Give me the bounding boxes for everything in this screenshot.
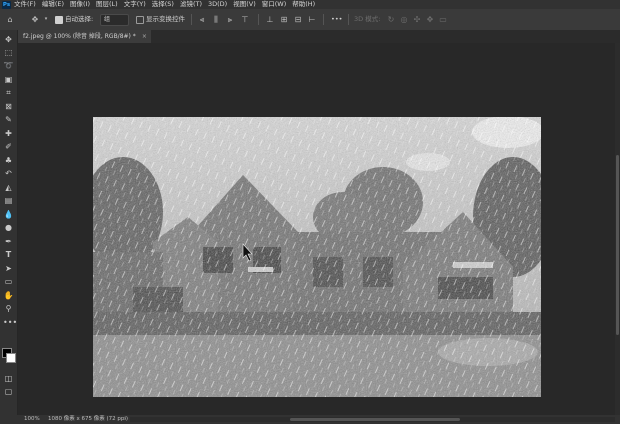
menu-filter[interactable]: 滤镜(T) bbox=[180, 0, 202, 9]
distribute-bottom-icon[interactable]: ⊟ bbox=[293, 14, 303, 25]
clone-stamp-tool-icon[interactable]: ♣ bbox=[3, 155, 14, 166]
marquee-tool-icon[interactable]: ⬚ bbox=[3, 47, 14, 58]
more-tools-icon[interactable]: ••• bbox=[3, 317, 17, 328]
object-select-tool-icon[interactable]: ▣ bbox=[3, 74, 14, 85]
menu-image[interactable]: 图像(I) bbox=[70, 0, 90, 9]
menu-type[interactable]: 文字(Y) bbox=[124, 0, 146, 9]
auto-select-checkbox[interactable] bbox=[55, 16, 63, 24]
move-tool-icon[interactable]: ✥ bbox=[3, 34, 14, 45]
brush-tool-icon[interactable]: ✐ bbox=[3, 141, 14, 152]
eyedropper-tool-icon[interactable]: ✎ bbox=[3, 114, 14, 125]
lasso-tool-icon[interactable]: ➰ bbox=[3, 60, 14, 71]
auto-select-label: 自动选择: bbox=[65, 15, 94, 23]
menu-bar: Ps 文件(F) 编辑(E) 图像(I) 图层(L) 文字(Y) 选择(S) 滤… bbox=[0, 0, 620, 9]
screen-mode-icon[interactable]: ▢ bbox=[3, 386, 14, 397]
gradient-tool-icon[interactable]: ▤ bbox=[3, 195, 14, 206]
align-right-icon[interactable]: ⫸ bbox=[225, 14, 235, 25]
eraser-tool-icon[interactable]: ◭ bbox=[3, 182, 14, 193]
align-top-icon[interactable]: ⊤ bbox=[240, 14, 250, 25]
zoom-tool-icon[interactable]: ⚲ bbox=[3, 303, 14, 314]
auto-select-dropdown[interactable]: 组 bbox=[100, 14, 129, 26]
menu-help[interactable]: 帮助(H) bbox=[292, 0, 315, 9]
vertical-scroll-thumb[interactable] bbox=[616, 155, 619, 335]
document-tab[interactable]: f2.jpeg @ 100% (除音 掉段, RGB/8#) * × bbox=[18, 30, 151, 43]
show-transform-label: 显示变换控件 bbox=[146, 15, 185, 23]
menu-select[interactable]: 选择(S) bbox=[152, 0, 174, 9]
3d-scale-icon: ▭ bbox=[439, 15, 447, 24]
document-info: 1080 像素 x 675 像素 (72 ppi) bbox=[48, 416, 129, 422]
separator bbox=[258, 14, 259, 25]
background-color-swatch[interactable] bbox=[6, 353, 16, 363]
pen-tool-icon[interactable]: ✒ bbox=[3, 236, 14, 247]
hand-tool-icon[interactable]: ✋ bbox=[3, 290, 14, 301]
dodge-tool-icon[interactable]: ● bbox=[3, 222, 14, 233]
zoom-level[interactable]: 100% bbox=[24, 415, 40, 424]
chevron-down-icon[interactable]: ▾ bbox=[41, 14, 51, 25]
distribute-vcenter-icon[interactable]: ⊞ bbox=[279, 14, 289, 25]
3d-rotate-icon: ↻ bbox=[387, 15, 395, 24]
show-transform-checkbox[interactable] bbox=[136, 16, 144, 24]
menu-file[interactable]: 文件(F) bbox=[14, 0, 36, 9]
document-tab-bar: f2.jpeg @ 100% (除音 掉段, RGB/8#) * × bbox=[18, 30, 620, 43]
close-icon[interactable]: × bbox=[142, 33, 147, 40]
status-menu-arrow[interactable]: › bbox=[124, 415, 126, 424]
mode-3d-label: 3D 模式: bbox=[354, 15, 381, 23]
menu-window[interactable]: 窗口(W) bbox=[262, 0, 287, 9]
menu-3d[interactable]: 3D(D) bbox=[208, 0, 227, 9]
type-tool-icon[interactable]: T bbox=[3, 249, 14, 260]
tools-panel: ✥ ⬚ ➰ ▣ ⌗ ⊠ ✎ ✚ ✐ ♣ ↶ ◭ ▤ 💧 ● ✒ T ➤ ▭ ✋ … bbox=[0, 30, 18, 415]
vertical-scrollbar[interactable] bbox=[615, 43, 620, 415]
blur-tool-icon[interactable]: 💧 bbox=[3, 209, 14, 220]
crop-tool-icon[interactable]: ⌗ bbox=[3, 87, 14, 98]
horizontal-scroll-thumb[interactable] bbox=[290, 418, 460, 421]
separator bbox=[348, 14, 349, 25]
distribute-left-icon[interactable]: ⊢ bbox=[307, 14, 317, 25]
3d-pan-icon: ✣ bbox=[413, 15, 421, 24]
align-left-icon[interactable]: ⫷ bbox=[197, 14, 207, 25]
3d-roll-icon: ◎ bbox=[400, 15, 408, 24]
distribute-top-icon[interactable]: ⊥ bbox=[265, 14, 275, 25]
document-tab-title: f2.jpeg @ 100% (除音 掉段, RGB/8#) * bbox=[23, 33, 136, 40]
horizontal-scrollbar[interactable] bbox=[130, 417, 615, 422]
menu-edit[interactable]: 编辑(E) bbox=[42, 0, 64, 9]
rectangle-tool-icon[interactable]: ▭ bbox=[3, 276, 14, 287]
menu-layer[interactable]: 图层(L) bbox=[96, 0, 118, 9]
quick-mask-icon[interactable]: ◫ bbox=[3, 373, 14, 384]
history-brush-tool-icon[interactable]: ↶ bbox=[3, 168, 14, 179]
more-options[interactable]: ••• bbox=[331, 14, 343, 25]
align-center-icon[interactable]: ⫼ bbox=[211, 14, 221, 25]
options-bar: ⌂ ✥ ▾ 自动选择: 组 显示变换控件 ⫷ ⫼ ⫸ ⊤ ⊥ ⊞ ⊟ ⊢ •••… bbox=[0, 9, 620, 31]
image-content bbox=[93, 117, 541, 397]
healing-brush-tool-icon[interactable]: ✚ bbox=[3, 128, 14, 139]
separator bbox=[191, 14, 192, 25]
photoshop-logo: Ps bbox=[2, 0, 11, 9]
separator bbox=[323, 14, 324, 25]
3d-slide-icon: ✥ bbox=[426, 15, 434, 24]
document-image[interactable] bbox=[93, 117, 541, 397]
frame-tool-icon[interactable]: ⊠ bbox=[3, 101, 14, 112]
menu-view[interactable]: 视图(V) bbox=[233, 0, 256, 9]
home-icon[interactable]: ⌂ bbox=[5, 14, 15, 25]
path-select-tool-icon[interactable]: ➤ bbox=[3, 263, 14, 274]
move-tool-icon[interactable]: ✥ bbox=[30, 14, 40, 25]
